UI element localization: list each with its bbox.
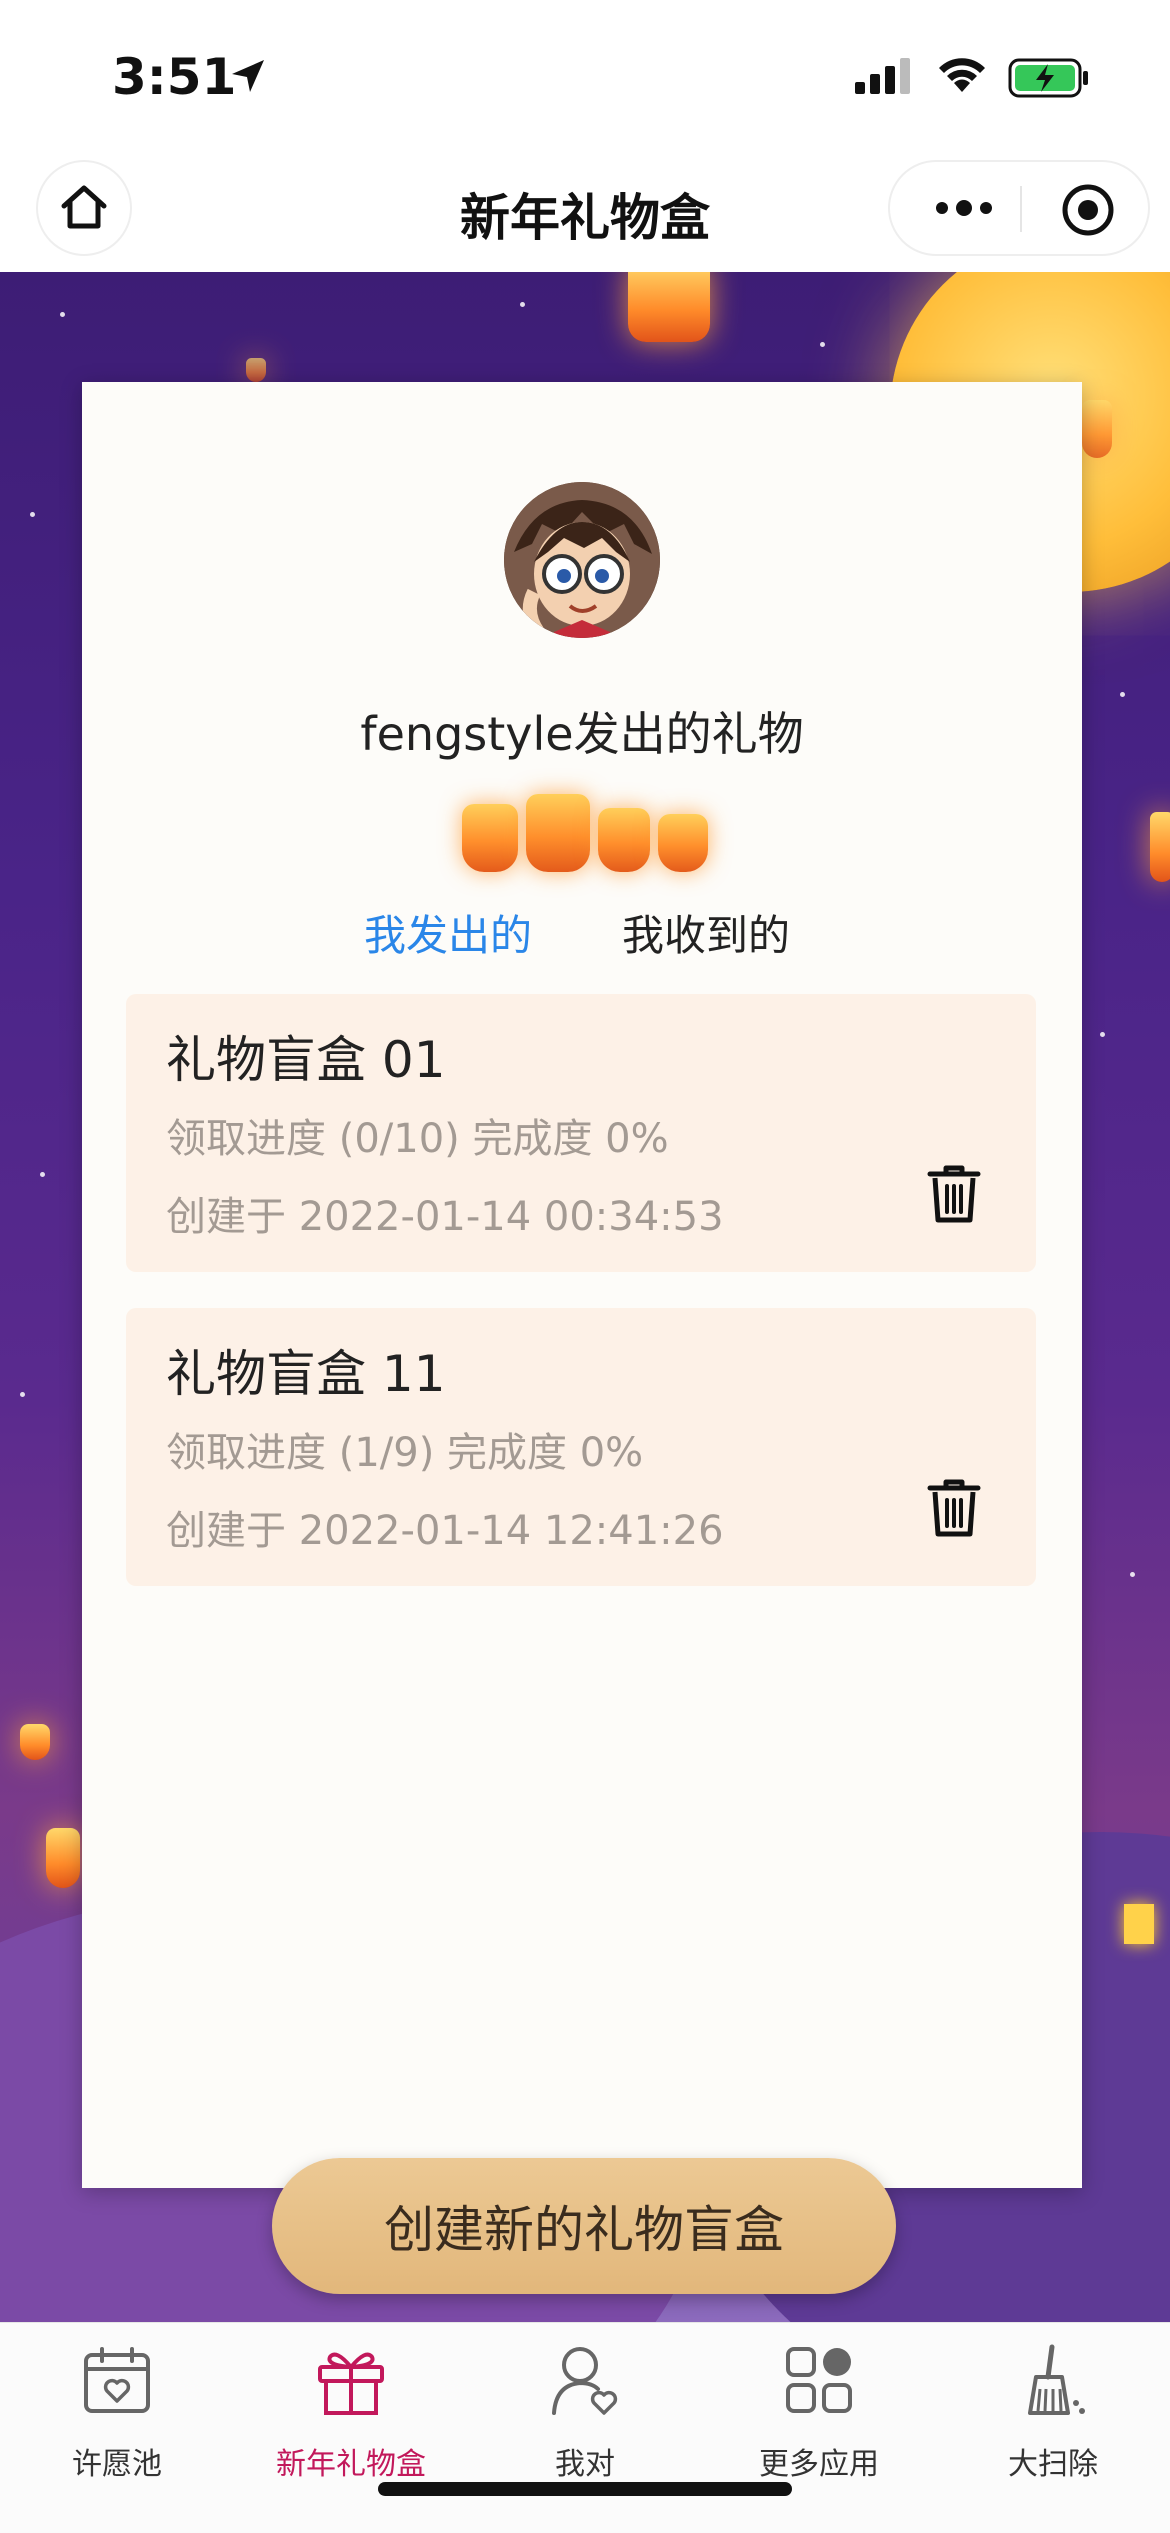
capsule-divider — [1020, 186, 1022, 232]
sky-lantern — [20, 1724, 50, 1760]
calendar-heart-icon — [84, 2347, 150, 2413]
tabbar-label: 更多应用 — [759, 2447, 879, 2482]
sky-lantern — [1150, 812, 1170, 882]
avatar[interactable] — [504, 482, 660, 638]
star — [1130, 1572, 1135, 1577]
lantern-icon — [526, 794, 590, 872]
gift-icon — [318, 2352, 384, 2415]
tabbar-item-new-year-gift-box[interactable]: 新年礼物盒 — [234, 2343, 468, 2483]
tabbar-item-wishing-pool[interactable]: 许愿池 — [0, 2343, 234, 2483]
star — [30, 512, 35, 517]
tabbar-item-more-apps[interactable]: 更多应用 — [702, 2343, 936, 2483]
mini-program-capsule — [888, 160, 1150, 256]
gift-progress: 领取进度 (1/9) 完成度 0% — [166, 1430, 644, 1476]
tabbar-item-me[interactable]: 我对 — [468, 2343, 702, 2483]
gift-created-time: 创建于 2022-01-14 00:34:53 — [166, 1194, 724, 1240]
tab-received[interactable]: 我收到的 — [622, 902, 790, 963]
person-heart-icon — [552, 2347, 618, 2415]
gift-tabs: 我发出的 我收到的 — [82, 902, 1082, 972]
tabbar-label: 新年礼物盒 — [276, 2447, 426, 2482]
lantern-decoration — [462, 792, 722, 882]
cellular-signal-icon — [855, 58, 910, 94]
star — [820, 342, 825, 347]
battery-charging-icon — [1008, 58, 1088, 98]
lantern-icon — [658, 814, 708, 872]
close-miniprogram-button[interactable] — [1060, 182, 1116, 242]
gift-title: 礼物盲盒 11 — [166, 1345, 446, 1403]
lantern-icon — [462, 804, 518, 872]
gift-progress: 领取进度 (0/10) 完成度 0% — [166, 1116, 669, 1162]
nav-bar: 新年礼物盒 — [0, 150, 1170, 273]
location-arrow-icon — [232, 60, 264, 92]
sky-lantern — [246, 358, 266, 382]
star — [60, 312, 65, 317]
tab-sent[interactable]: 我发出的 — [364, 902, 532, 963]
target-close-icon — [1062, 184, 1114, 236]
apps-grid-icon — [786, 2347, 852, 2413]
wifi-icon — [939, 58, 985, 92]
create-gift-box-button[interactable]: 创建新的礼物盲盒 — [272, 2158, 896, 2294]
tabbar-label: 许愿池 — [72, 2447, 162, 2482]
avatar-image — [504, 482, 660, 638]
home-indicator — [378, 2482, 792, 2496]
status-bar: 3:51 — [0, 0, 1170, 150]
owner-gifts-title: fengstyle发出的礼物 — [360, 707, 804, 761]
star — [20, 1392, 25, 1397]
gift-box-item[interactable]: 礼物盲盒 01 领取进度 (0/10) 完成度 0% 创建于 2022-01-1… — [126, 994, 1036, 1272]
star — [1120, 692, 1125, 697]
more-dots-icon — [936, 200, 992, 216]
house-window — [1124, 1904, 1154, 1944]
status-time: 3:51 — [112, 48, 237, 106]
bottom-tab-bar: 许愿池 新年礼物盒 我对 更多应用 大扫除 — [0, 2322, 1170, 2533]
sky-lantern — [1082, 400, 1112, 458]
sky-lantern — [628, 272, 710, 342]
gift-created-time: 创建于 2022-01-14 12:41:26 — [166, 1508, 724, 1554]
more-button[interactable] — [924, 186, 1004, 230]
trash-icon[interactable] — [926, 1162, 982, 1224]
gift-title: 礼物盲盒 01 — [166, 1031, 446, 1089]
trash-icon[interactable] — [926, 1476, 982, 1538]
gift-panel: fengstyle发出的礼物 我发出的 我收到的 礼物盲盒 01 领取进度 (0… — [82, 382, 1082, 2188]
star — [1100, 1032, 1105, 1037]
tabbar-item-big-cleaning[interactable]: 大扫除 — [936, 2343, 1170, 2483]
broom-icon — [1028, 2344, 1085, 2415]
star — [40, 1172, 45, 1177]
star — [520, 302, 525, 307]
tabbar-label: 大扫除 — [1008, 2447, 1098, 2482]
sky-lantern — [46, 1828, 80, 1888]
gift-box-item[interactable]: 礼物盲盒 11 领取进度 (1/9) 完成度 0% 创建于 2022-01-14… — [126, 1308, 1036, 1586]
lantern-icon — [598, 808, 650, 872]
tabbar-label: 我对 — [555, 2447, 615, 2482]
